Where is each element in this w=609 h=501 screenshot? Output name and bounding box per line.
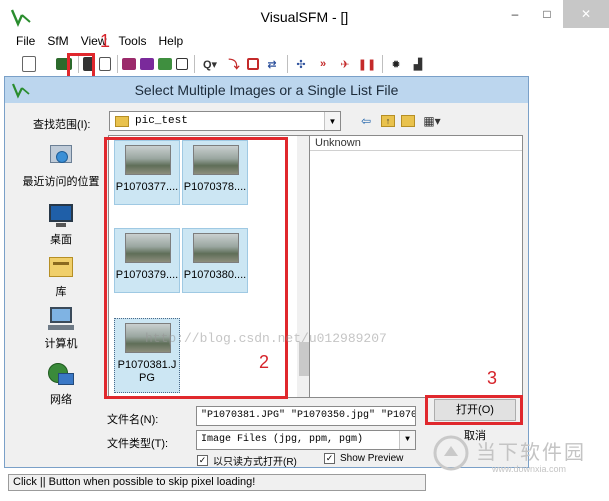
frame-icon[interactable] (247, 58, 259, 70)
place-desktop[interactable]: 桌面 (19, 201, 103, 247)
libraries-icon (46, 253, 76, 281)
brand-url: www.downxia.com (492, 464, 567, 474)
open-nvm-icon[interactable] (22, 56, 36, 72)
place-recent[interactable]: 最近访问的位置 (19, 143, 103, 189)
menu-file[interactable]: File (16, 32, 35, 50)
brand-name: 当下软件园 (476, 442, 586, 464)
preview-checkbox-row[interactable]: ✓ Show Preview (324, 453, 403, 464)
app-titlebar: VisualSFM - [] – □ ✕ (0, 0, 609, 32)
menu-sfm[interactable]: SfM (47, 32, 68, 50)
zoom-icon[interactable]: Q▾ (199, 55, 221, 73)
highlight-box-open-button (425, 395, 523, 425)
menu-tools[interactable]: Tools (118, 32, 146, 50)
place-label: 最近访问的位置 (22, 176, 100, 188)
dialog-title: Select Multiple Images or a Single List … (134, 82, 399, 98)
toolbar-separator (382, 55, 383, 73)
pause-icon[interactable]: ❚❚ (358, 55, 376, 73)
annotation-number-3: 3 (487, 368, 498, 388)
computer-icon (46, 305, 76, 333)
compute-icon[interactable]: » (314, 55, 332, 73)
match-icon[interactable] (122, 58, 136, 70)
new-folder-icon[interactable] (401, 115, 415, 127)
place-computer[interactable]: 计算机 (19, 305, 103, 351)
chevron-down-icon[interactable]: ▼ (399, 431, 415, 449)
place-libraries[interactable]: 库 (19, 253, 103, 299)
back-arrow-icon[interactable]: ⇦ (357, 113, 375, 129)
close-button[interactable]: ✕ (563, 0, 609, 28)
table-icon[interactable] (176, 58, 188, 70)
look-in-combo[interactable]: pic_test ▼ (109, 111, 341, 131)
annotation-number-2: 2 (259, 352, 270, 372)
desktop-icon (46, 201, 76, 229)
toolbar-separator (287, 55, 288, 73)
place-label: 网络 (50, 394, 72, 406)
log-icon[interactable]: ▟ (409, 55, 427, 73)
look-in-value: pic_test (135, 115, 188, 127)
filename-input[interactable]: "P1070381.JPG" "P1070350.jpg" "P107035 (196, 406, 416, 426)
expand-icon[interactable]: ✣ (292, 55, 310, 73)
preview-pane: Unknown (309, 135, 523, 398)
readonly-checkbox-row[interactable]: ✓ 以只读方式打开(R) (197, 453, 297, 468)
filetype-value: Image Files (jpg, ppm, pgm) (201, 434, 364, 445)
maximize-button[interactable]: □ (531, 0, 563, 28)
toolbar-separator (117, 55, 118, 73)
folder-icon (115, 115, 129, 127)
minimize-button[interactable]: – (499, 0, 531, 28)
blog-watermark: http://blog.csdn.net/u012989207 (145, 331, 387, 346)
open-file-dialog: Select Multiple Images or a Single List … (4, 76, 529, 468)
filename-label: 文件名(N): (107, 414, 159, 426)
recent-places-icon (46, 143, 76, 171)
place-label: 计算机 (44, 338, 78, 350)
filetype-combo[interactable]: Image Files (jpg, ppm, pgm) ▼ (196, 430, 416, 450)
sift-icon[interactable]: ⇄ (263, 55, 281, 73)
look-in-label: 查找范围(I): (33, 119, 91, 131)
downxia-logo-icon (433, 435, 469, 471)
point-icon[interactable]: ⤵ (225, 55, 243, 73)
features-icon[interactable] (140, 58, 154, 70)
show-preview-label: Show Preview (340, 453, 404, 464)
place-label: 桌面 (50, 234, 72, 246)
filetype-label: 文件类型(T): (107, 438, 169, 450)
view-menu-icon[interactable]: ▦▾ (421, 113, 443, 129)
detail-header: Unknown (310, 136, 522, 151)
brand-watermark: 当下软件园 www.downxia.com (430, 430, 605, 480)
dense-icon[interactable]: ✈ (336, 55, 354, 73)
settings-icon[interactable]: ✹ (387, 55, 405, 73)
copy-icon[interactable] (99, 57, 111, 71)
menu-help[interactable]: Help (159, 32, 184, 50)
pairs-icon[interactable] (158, 58, 172, 70)
chevron-down-icon[interactable]: ▼ (324, 112, 340, 130)
place-network[interactable]: 网络 (19, 361, 103, 407)
menu-bar: File SfM View Tools Help (0, 32, 609, 50)
annotation-number-1: 1 (100, 31, 111, 51)
places-bar: 最近访问的位置 桌面 库 计算机 网络 (19, 135, 103, 407)
toolbar-separator (194, 55, 195, 73)
show-preview-checkbox[interactable]: ✓ (324, 453, 335, 464)
status-bar: Click || Button when possible to skip pi… (8, 474, 426, 491)
place-label: 库 (55, 286, 67, 298)
readonly-checkbox[interactable]: ✓ (197, 455, 208, 466)
readonly-label: 以只读方式打开(R) (213, 457, 297, 468)
up-folder-icon[interactable]: ↑ (381, 115, 395, 127)
dialog-titlebar: Select Multiple Images or a Single List … (5, 77, 528, 103)
network-icon (46, 361, 76, 389)
